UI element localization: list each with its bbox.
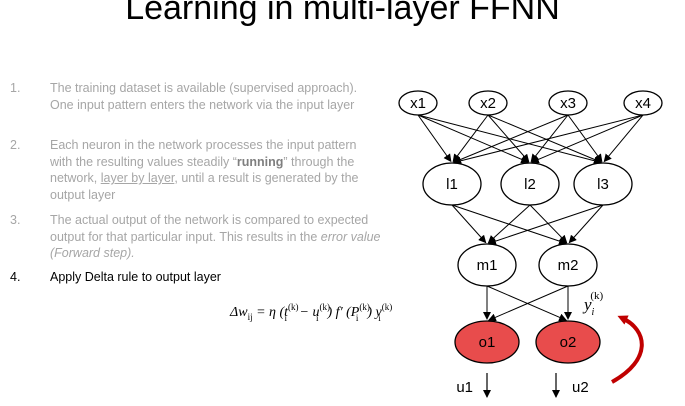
y-label: yi(k) bbox=[582, 290, 603, 318]
node-m2: m2 bbox=[538, 243, 598, 287]
node-l3: l3 bbox=[573, 162, 633, 206]
node-x1: x1 bbox=[398, 90, 438, 116]
node-m1: m1 bbox=[457, 243, 517, 287]
connection-edges bbox=[417, 114, 644, 322]
delta-rule-formula: Δwij = η (t(k) i − u(k) i) f′ (P(k) i) y(k)… bbox=[229, 302, 392, 323]
edge-x3-l3 bbox=[567, 114, 603, 163]
node-x2: x2 bbox=[468, 90, 508, 116]
node-label: x1 bbox=[410, 95, 426, 112]
edge-x4-l3 bbox=[603, 114, 644, 163]
node-o2: o2 bbox=[535, 320, 601, 364]
node-label: x3 bbox=[560, 95, 576, 112]
edge-m1-o2 bbox=[486, 285, 568, 322]
edge-x2-l2 bbox=[487, 114, 530, 163]
node-o1: o1 bbox=[454, 320, 520, 364]
node-label: o1 bbox=[479, 334, 496, 351]
edge-m2-o1 bbox=[487, 285, 569, 322]
node-label: l1 bbox=[446, 176, 458, 193]
network-diagram: x1 x2 x3 x4 l1 l2 l3 m1 m2 o1 o2 u1 u2 Δwij = η (t(… bbox=[229, 90, 663, 398]
node-label: o2 bbox=[560, 334, 577, 351]
network-nodes: x1 x2 x3 x4 l1 l2 l3 m1 m2 o1 o2 bbox=[398, 90, 663, 364]
node-label: x4 bbox=[635, 95, 651, 112]
node-label: x2 bbox=[480, 95, 496, 112]
output-label-u1: u1 bbox=[456, 379, 473, 396]
node-label: m1 bbox=[477, 257, 498, 274]
edge-x2-l3 bbox=[487, 114, 603, 164]
edge-x2-l1 bbox=[452, 114, 489, 163]
node-x3: x3 bbox=[548, 90, 588, 116]
backprop-arrow bbox=[611, 315, 644, 384]
node-label: l3 bbox=[597, 176, 609, 193]
node-label: m2 bbox=[558, 257, 579, 274]
node-x4: x4 bbox=[623, 90, 663, 116]
node-label: l2 bbox=[524, 176, 536, 193]
output-label-u2: u2 bbox=[572, 379, 589, 396]
node-l2: l2 bbox=[500, 162, 560, 206]
node-l1: l1 bbox=[422, 162, 482, 206]
